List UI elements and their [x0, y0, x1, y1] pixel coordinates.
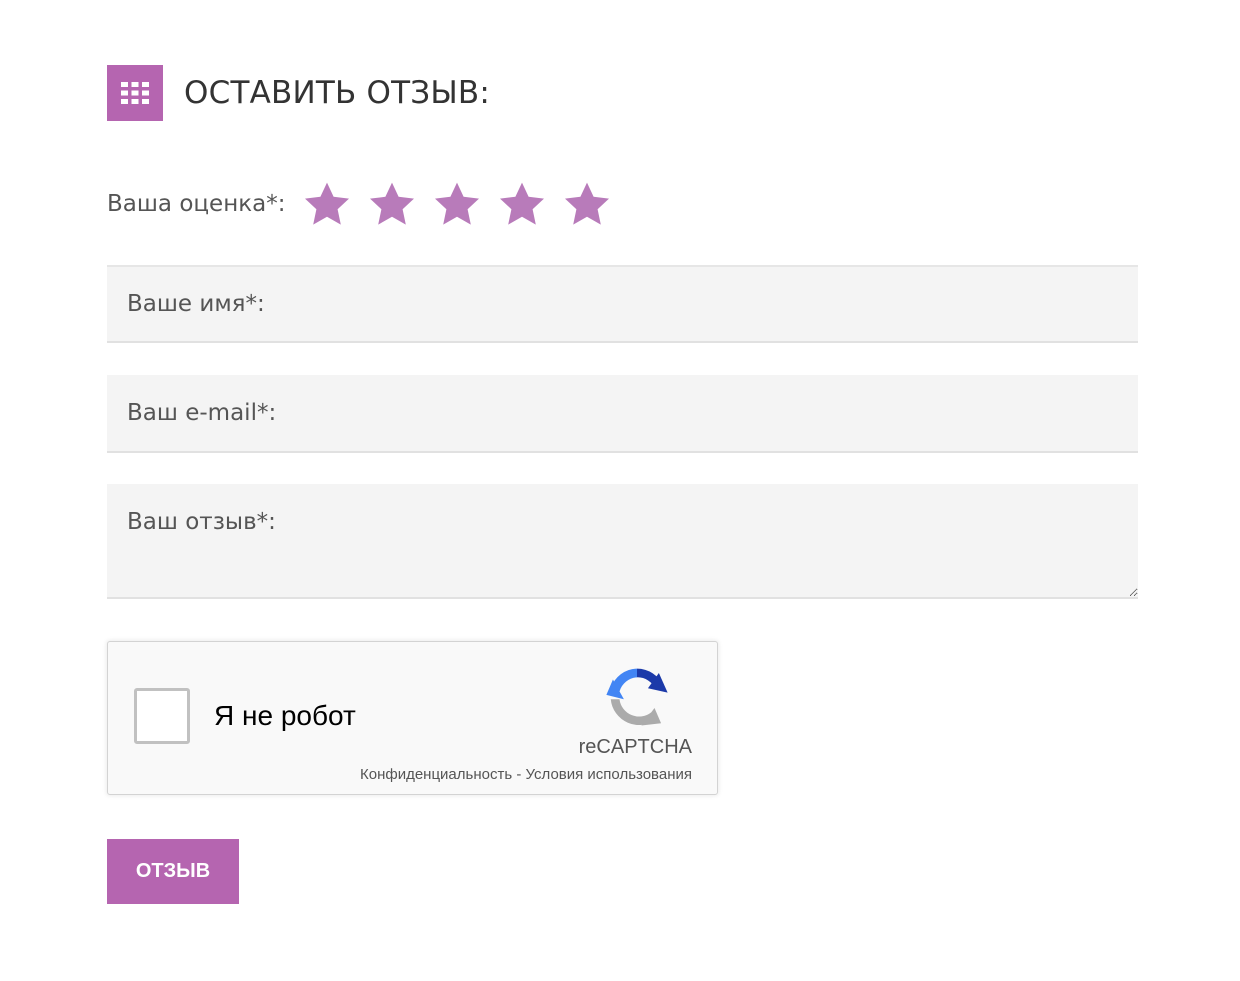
star-rating — [303, 180, 628, 228]
review-header: ОСТАВИТЬ ОТЗЫВ: — [107, 65, 490, 121]
submit-review-button[interactable]: ОТЗЫВ — [107, 839, 239, 904]
star-icon-4[interactable] — [498, 180, 546, 228]
links-separator: - — [512, 766, 526, 783]
terms-link[interactable]: Условия использования — [526, 766, 693, 783]
recaptcha-label: Я не робот — [214, 700, 356, 731]
rating-row: Ваша оценка*: — [107, 176, 628, 232]
email-field[interactable] — [107, 375, 1138, 453]
recaptcha-logo-icon — [602, 662, 672, 732]
name-field[interactable] — [107, 265, 1138, 343]
rating-label: Ваша оценка*: — [107, 191, 286, 217]
recaptcha-checkbox[interactable] — [134, 688, 190, 744]
recaptcha-widget: Я не робот reCAPTCHA Конфиденциальность … — [107, 641, 718, 795]
recaptcha-brand: reCAPTCHA — [578, 736, 692, 758]
review-textarea[interactable] — [107, 484, 1138, 599]
grid-icon — [107, 65, 163, 121]
page-title: ОСТАВИТЬ ОТЗЫВ: — [184, 75, 490, 111]
star-icon-2[interactable] — [368, 180, 416, 228]
star-icon-5[interactable] — [563, 180, 611, 228]
star-icon-3[interactable] — [433, 180, 481, 228]
star-icon-1[interactable] — [303, 180, 351, 228]
recaptcha-links: Конфиденциальность - Условия использован… — [360, 766, 692, 783]
privacy-link[interactable]: Конфиденциальность — [360, 766, 512, 783]
